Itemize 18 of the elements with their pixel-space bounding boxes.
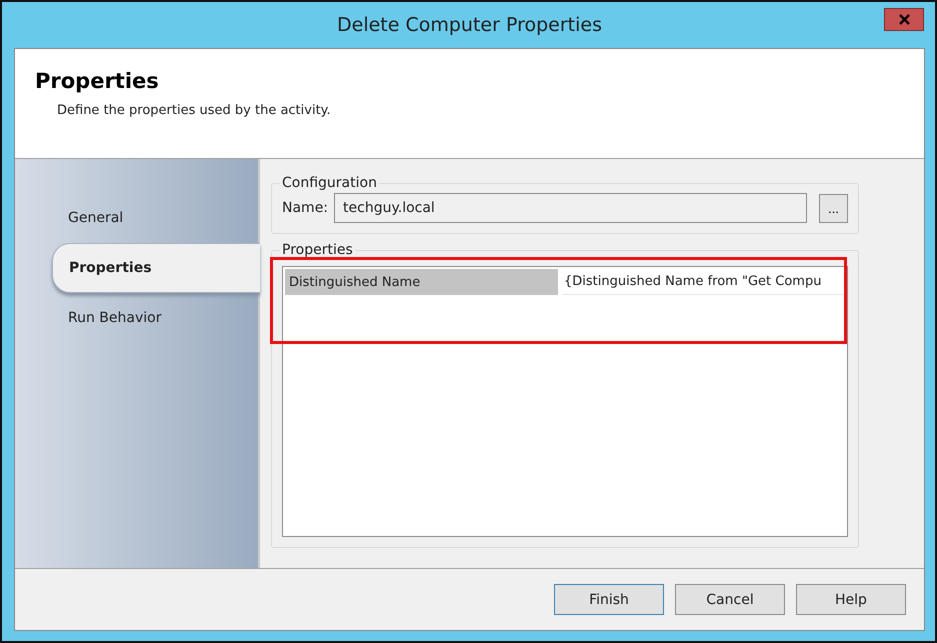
page-heading: Properties (35, 69, 160, 93)
sidebar-tab[interactable]: Properties (52, 243, 260, 293)
group-legend: Configuration (280, 175, 379, 191)
name-field[interactable]: techguy.local (334, 193, 807, 223)
close-icon (898, 14, 910, 25)
group-legend: Properties (280, 242, 355, 258)
sidebar-tab[interactable]: General (15, 193, 258, 243)
browse-button[interactable]: ... (819, 194, 848, 222)
property-value-cell[interactable]: {Distinguished Name from "Get Compu (562, 269, 845, 295)
sidebar-tab[interactable]: Run Behavior (15, 293, 258, 343)
close-button[interactable] (884, 8, 924, 31)
field-label: Name: (282, 200, 328, 216)
dialog-button[interactable]: Cancel (675, 584, 785, 615)
page-description: Define the properties used by the activity. (57, 103, 332, 118)
dialog-button[interactable]: Help (796, 584, 906, 615)
window-title: Delete Computer Properties (337, 14, 602, 36)
property-name-cell[interactable]: Distinguished Name (285, 269, 558, 295)
dialog-button[interactable]: Finish (554, 584, 664, 615)
